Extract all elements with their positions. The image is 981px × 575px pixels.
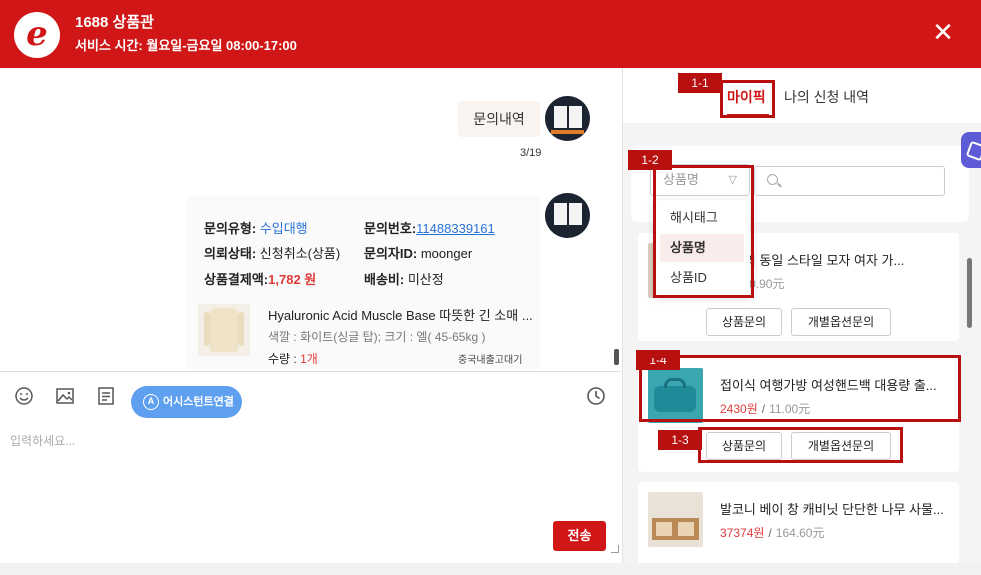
product-inquiry-button[interactable]: 상품문의	[706, 308, 782, 336]
send-button[interactable]: 전송	[553, 521, 606, 551]
emoji-icon[interactable]	[14, 386, 34, 406]
search-icon	[767, 174, 778, 185]
close-icon[interactable]: ✕	[930, 19, 956, 46]
resize-handle[interactable]	[611, 545, 619, 553]
product-option: 색깔 : 화이트(싱글 탑); 크기 : 엘( 45-65kg )	[268, 330, 486, 344]
annotation-label: 1-1	[678, 73, 722, 93]
annotation-box	[698, 427, 903, 463]
app-window: e 1688 상품관 서비스 시간: 월요일-금요일 08:00-17:00 ✕…	[0, 0, 981, 563]
inquiry-number-link[interactable]: 11488339161	[416, 221, 495, 236]
annotation-box	[720, 80, 775, 118]
avatar	[545, 193, 590, 238]
inquiry-number: 문의번호:11488339161	[364, 221, 495, 236]
header-title: 1688 상품관	[75, 14, 154, 31]
assistant-icon: A	[143, 394, 159, 410]
assistant-connect-button[interactable]: A 어시스턴트연결	[131, 386, 242, 418]
message-pager: 3/19	[520, 147, 542, 159]
message-composer: A 어시스턴트연결 입력하세요... 전송	[0, 371, 621, 563]
inquiry-card: 문의유형: 수입대행 문의번호:11488339161 의뢰상태: 신청취소(상…	[186, 196, 540, 370]
clock-icon[interactable]	[586, 386, 606, 406]
product-panel: 마이픽 나의 신청 내역 상품명 ▽ uxin의 동일 스타일 모자 여자 가..…	[622, 68, 981, 563]
tab-my-requests[interactable]: 나의 신청 내역	[784, 87, 869, 107]
header-bar: e 1688 상품관 서비스 시간: 월요일-금요일 08:00-17:00 ✕	[0, 0, 981, 68]
inquiry-type: 문의유형: 수입대행	[204, 221, 308, 236]
shipping-status: 중국내출고대기	[458, 355, 523, 366]
annotation-box	[639, 355, 961, 422]
product-thumbnail[interactable]	[198, 304, 250, 356]
avatar	[545, 96, 590, 141]
product-price: 37374원/164.60元	[720, 526, 825, 540]
message-input[interactable]: 입력하세요...	[10, 432, 75, 449]
panel-tabs: 마이픽 나의 신청 내역	[623, 68, 981, 123]
annotation-box	[653, 165, 754, 298]
logo-letter: e	[26, 14, 48, 54]
brand-logo: e	[14, 12, 60, 58]
image-icon[interactable]	[55, 386, 75, 406]
panel-scrollbar[interactable]	[967, 258, 972, 328]
search-input[interactable]	[754, 166, 945, 196]
product-image[interactable]	[648, 492, 703, 547]
inquirer-id: 문의자ID: moonger	[364, 246, 473, 261]
message-bubble: 문의내역	[458, 101, 540, 137]
side-widget-icon[interactable]	[961, 132, 981, 168]
product-title[interactable]: 발코니 베이 창 캐비닛 단단한 나무 사물...	[720, 499, 948, 518]
product-title[interactable]: Hyaluronic Acid Muscle Base 따뜻한 긴 소매 ...	[268, 305, 533, 324]
product-quantity: 수량 : 1개	[268, 352, 318, 366]
chat-messages[interactable]: 문의내역 3/19 문의유형: 수입대행 문의번호:11488339161 의뢰…	[0, 68, 621, 370]
shipping-fee: 배송비: 미산정	[364, 272, 444, 287]
product-title[interactable]: uxin의 동일 스타일 모자 여자 가...	[720, 250, 948, 269]
annotation-label: 1-3	[658, 430, 702, 450]
service-hours: 서비스 시간: 월요일-금요일 08:00-17:00	[75, 38, 297, 53]
bottom-strip	[0, 563, 981, 575]
payment-amount: 상품결제액:1,782 원	[204, 272, 317, 287]
document-icon[interactable]	[96, 386, 116, 406]
option-inquiry-button[interactable]: 개별옵션문의	[791, 308, 891, 336]
assistant-connect-label: 어시스턴트연결	[163, 396, 234, 408]
request-status: 의뢰상태: 신청취소(상품)	[204, 246, 341, 261]
product-card: 발코니 베이 창 캐비닛 단단한 나무 사물... 37374원/164.60元	[638, 482, 959, 563]
chat-scrollbar[interactable]	[614, 349, 619, 365]
